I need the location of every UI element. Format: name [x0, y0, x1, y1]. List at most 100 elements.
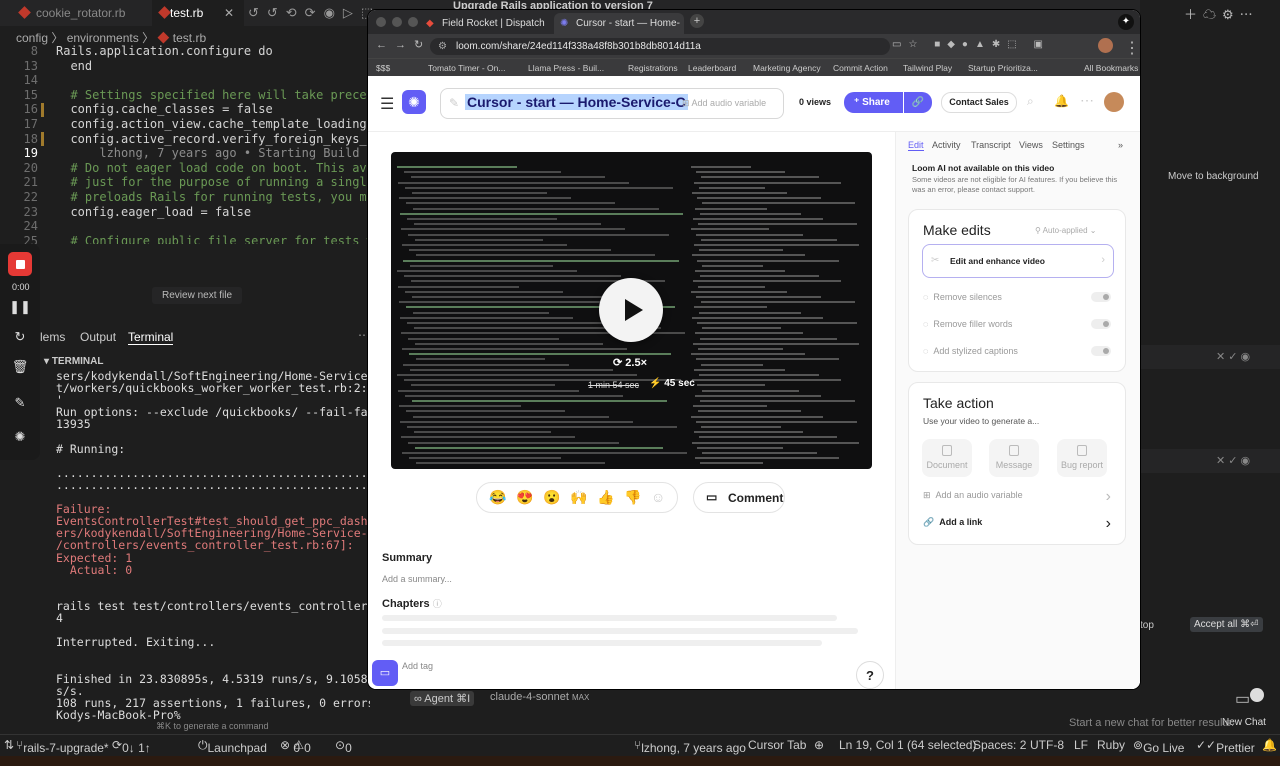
code-line[interactable]: # Configure public file server for tests…	[56, 234, 368, 244]
draw-icon[interactable]: ✎	[11, 394, 29, 412]
code-line[interactable]: # Settings specified here will take prec…	[56, 88, 368, 103]
model-select[interactable]: claude-4-sonnet MAX	[490, 691, 589, 703]
effects-icon[interactable]: ✺	[11, 428, 29, 446]
help-button[interactable]: ?	[856, 661, 884, 689]
bookmark[interactable]: All Bookmarks	[1084, 63, 1138, 73]
go-live-button[interactable]: ⊚ Go Live	[1133, 738, 1184, 755]
pause-icon[interactable]: ❚❚	[9, 298, 31, 316]
tab-transcript[interactable]: Transcript	[971, 140, 1011, 150]
menu-icon[interactable]: ☰	[380, 94, 394, 114]
editor-toolbar-icons[interactable]: ↺↺⟲⟳◉▷⬚	[248, 5, 381, 21]
new-tab-button[interactable]: +	[690, 14, 704, 28]
code-line[interactable]: config.eager_load = false	[56, 205, 251, 220]
cursor-tab-status[interactable]: Cursor Tab	[748, 738, 806, 752]
reaction-laugh[interactable]: 😂	[489, 489, 506, 506]
code-line[interactable]: # preloads Rails for running tests, you …	[56, 190, 368, 205]
agent-chat-input[interactable]: ∞ Agent ⌘I claude-4-sonnet MAX Start a n…	[380, 688, 1280, 734]
bookmark[interactable]: Tailwind Play	[903, 63, 952, 73]
blame-status[interactable]: ⑂ lzhong, 7 years ago	[634, 738, 746, 755]
stop-record-icon[interactable]	[8, 252, 32, 276]
sparkle-icon[interactable]: ✦	[1118, 14, 1134, 30]
remove-filler-row[interactable]: ◌ Remove filler words	[923, 319, 1012, 329]
code-line[interactable]: lzhong, 7 years ago • Starting Build	[56, 146, 359, 161]
code-line[interactable]: Rails.application.configure do	[56, 44, 273, 59]
play-icon[interactable]	[599, 278, 663, 342]
stop-button[interactable]: top	[1140, 620, 1154, 631]
code-line[interactable]: config.cache_classes = false	[56, 102, 272, 117]
reaction-wow[interactable]: 😮	[543, 489, 560, 506]
bookmark[interactable]: Llama Press - Buil...	[528, 63, 604, 73]
share-button[interactable]: ⁺ Share	[844, 92, 903, 113]
browser-tab-field-rocket[interactable]: ◆Field Rocket | Dispatch Board✕	[420, 13, 550, 50]
branch-status[interactable]: ⑂ rails-7-upgrade*	[16, 738, 109, 755]
launchpad-button[interactable]: ⏻ Launchpad	[198, 738, 267, 755]
code-area[interactable]: 8 Rails.application.configure do 13 end 14 1…	[0, 44, 368, 244]
link-icon[interactable]: 🔗	[904, 92, 932, 113]
comment-button[interactable]: ▭ Comment	[693, 482, 785, 513]
remove-silences-row[interactable]: ◌ Remove silences	[923, 292, 1002, 302]
message-action[interactable]: Message	[989, 439, 1039, 477]
toggle[interactable]	[1091, 319, 1111, 329]
accept-all-button[interactable]: Accept all ⌘⏎	[1190, 617, 1263, 632]
search-icon[interactable]: ⌕	[1027, 94, 1034, 109]
tab-activity[interactable]: Activity	[932, 140, 961, 150]
remote-icon[interactable]: ⇅	[4, 738, 14, 752]
tab-terminal[interactable]: Terminal	[128, 330, 174, 345]
stylized-captions-row[interactable]: ◌ Add stylized captions	[923, 346, 1018, 356]
sync-status[interactable]: ⟳ 0↓ 1↑	[112, 738, 151, 755]
code-line[interactable]: end	[56, 59, 92, 74]
review-next-file-tooltip[interactable]: Review next file	[152, 287, 243, 304]
tab-settings[interactable]: Settings	[1052, 140, 1085, 150]
cursor-position[interactable]: Ln 19, Col 1 (64 selected)	[839, 738, 976, 752]
line-ending[interactable]: LF	[1074, 738, 1088, 752]
agent-mode-select[interactable]: ∞ Agent ⌘I	[410, 691, 475, 706]
add-emoji-icon[interactable]: ☺	[651, 489, 665, 505]
terminal-output[interactable]: sers/kodykendall/SoftEngineering/Home-Se…	[40, 356, 370, 736]
tab-cookie-rotator[interactable]: cookie_rotator.rb	[0, 0, 152, 26]
move-background-button[interactable]: Move to background	[1168, 171, 1259, 182]
add-tag-button[interactable]: Add tag	[402, 661, 433, 671]
document-action[interactable]: Document	[922, 439, 972, 477]
prettier-status[interactable]: ✓✓ Prettier	[1196, 738, 1255, 755]
window-icons[interactable]: ＋☁⚙⋯	[1184, 4, 1259, 23]
reaction-thumbs-down[interactable]: 👎	[624, 489, 641, 506]
browser-tab-loom[interactable]: ✺Cursor - start — Home-Servi✕	[554, 13, 684, 50]
nav-buttons[interactable]: ←→↻	[376, 38, 431, 51]
bell-icon[interactable]: 🔔	[1262, 738, 1277, 752]
close-icon[interactable]: ✕	[224, 0, 234, 26]
indentation[interactable]: Spaces: 2	[973, 738, 1026, 752]
more-icon[interactable]: ⋮	[1124, 38, 1140, 58]
tab-views[interactable]: Views	[1019, 140, 1043, 150]
tab-problems[interactable]: lems	[40, 330, 65, 344]
loom-logo[interactable]: ✺	[402, 90, 426, 114]
edit-enhance-button[interactable]: ✂ Edit and enhance video ›	[922, 244, 1114, 278]
tab-edit[interactable]: Edit	[908, 140, 924, 151]
bookmark[interactable]: Commit Action	[833, 63, 888, 73]
extension-icons[interactable]: ▭☆ ■◆●▲✱⬚ ▣	[892, 39, 1050, 50]
bookmark[interactable]: $$$	[376, 63, 390, 73]
playback-speed[interactable]: ⟳ 2.5×	[613, 356, 647, 369]
trash-icon[interactable]: 🗑	[11, 358, 29, 376]
minimize-window-button[interactable]	[392, 17, 402, 27]
code-line[interactable]: config.action_view.cache_template_loadin…	[56, 117, 368, 132]
close-icon[interactable]: ✕ ✓ ◉	[1216, 454, 1250, 467]
auto-applied-select[interactable]: ⚲ Auto-applied ⌄	[1035, 226, 1097, 235]
bookmark[interactable]: Leaderboard	[688, 63, 736, 73]
more-icon[interactable]: ⋯	[1080, 92, 1094, 109]
summary-input[interactable]: Add a summary...	[382, 574, 452, 584]
bookmark[interactable]: Tomato Timer - On...	[428, 63, 505, 73]
contact-sales-button[interactable]: Contact Sales	[941, 92, 1017, 113]
bookmark[interactable]: Marketing Agency	[753, 63, 821, 73]
language-mode[interactable]: Ruby	[1097, 738, 1125, 752]
bookmark[interactable]: Startup Prioritiza...	[968, 63, 1038, 73]
reaction-hands[interactable]: 🙌	[570, 489, 587, 506]
ports-status[interactable]: ⊙ 0	[335, 738, 352, 755]
restart-icon[interactable]: ↻	[11, 328, 29, 346]
tab-output[interactable]: Output	[80, 330, 116, 344]
code-line[interactable]: # just for the purpose of running a sing…	[56, 175, 368, 190]
code-line[interactable]: # Do not eager load code on boot. This a…	[56, 161, 368, 176]
zoom-icon[interactable]: ⊕	[814, 738, 824, 752]
tab-test-rb[interactable]: test.rb ✕	[152, 0, 244, 26]
close-window-button[interactable]	[376, 17, 386, 27]
add-audio-variable-row[interactable]: ⊞ Add an audio variable	[923, 490, 1023, 501]
